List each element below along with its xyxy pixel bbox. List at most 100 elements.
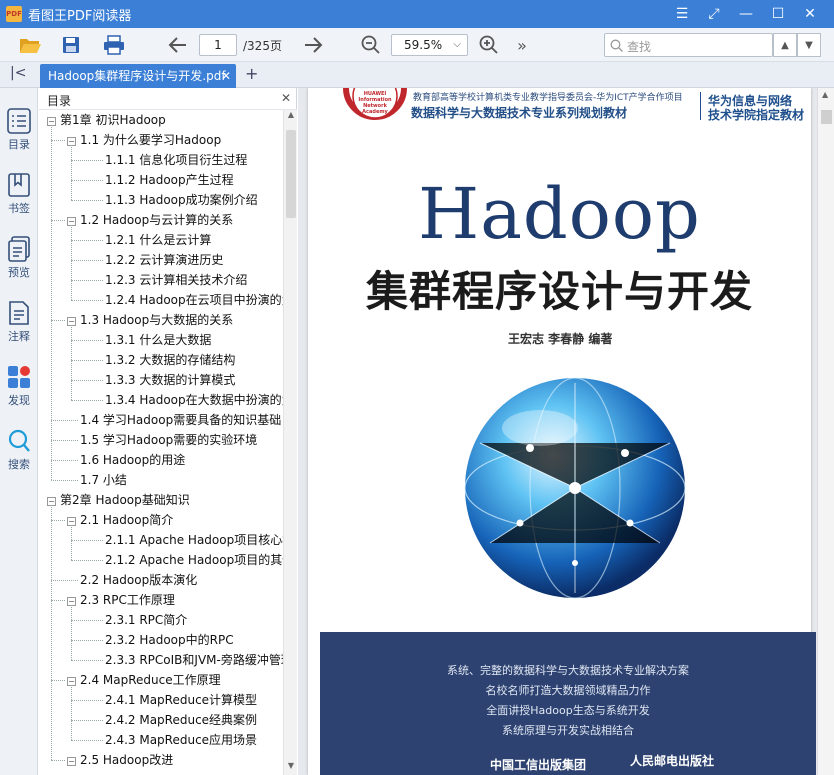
toc-item[interactable]: 2.1.1 Apache Hadoop项目核心框架 [105, 530, 283, 550]
toc-item-label: 1.3.3 大数据的计算模式 [105, 373, 236, 387]
page-total: /325页 [243, 39, 282, 53]
tree-connector [71, 325, 72, 400]
toc-item[interactable]: 1.6 Hadoop的用途 [80, 450, 185, 470]
next-page-button[interactable] [300, 32, 326, 58]
save-button[interactable] [57, 32, 85, 58]
close-window-button[interactable]: ✕ [794, 0, 826, 28]
toc-item-label: 1.1.3 Hadoop成功案例介绍 [105, 193, 258, 207]
tree-connector [71, 225, 72, 300]
more-tools-button[interactable]: » [512, 32, 532, 58]
toc-item-label: 1.2.2 云计算演进历史 [105, 253, 224, 267]
maximize-button[interactable]: ☐ [762, 0, 794, 28]
open-file-button[interactable] [16, 32, 44, 58]
toc-item[interactable]: 1.2.2 云计算演进历史 [105, 250, 223, 270]
tree-connector [51, 480, 78, 481]
toc-item[interactable]: 1.4 学习Hadoop需要具备的知识基础 [80, 410, 281, 430]
toc-item[interactable]: 2.2 Hadoop版本演化 [80, 570, 197, 590]
toc-item[interactable]: 1.1.1 信息化项目衍生过程 [105, 150, 247, 170]
toc-item[interactable]: −2.5 Hadoop改进 [67, 750, 173, 770]
toc-item[interactable]: 1.2.4 Hadoop在云项目中扮演的角色 [105, 290, 283, 310]
cover-authors: 王宏志 李春静 编著 [508, 332, 613, 346]
sidebar-item-label: 搜索 [8, 458, 30, 471]
title-bar: PDF 看图王PDF阅读器 ☰ ⤢ — ☐ ✕ [0, 0, 834, 28]
toc-scroll-thumb[interactable] [286, 130, 296, 218]
toc-item[interactable]: −1.3 Hadoop与大数据的关系 [67, 310, 233, 330]
search-input[interactable]: 查找 [604, 33, 773, 57]
publisher-a: 中国工信出版集团 [490, 758, 587, 772]
document-scrollbar[interactable]: ▲ [817, 88, 834, 775]
tree-connector [71, 200, 103, 201]
band-line-4: 系统原理与开发实战相结合 [502, 724, 634, 737]
sidebar-item-bookmarks[interactable]: 书签 [0, 168, 38, 224]
zoom-in-button[interactable] [476, 32, 502, 58]
toc-item[interactable]: 1.2.1 什么是云计算 [105, 230, 211, 250]
tree-connector [51, 140, 65, 141]
sidebar-item-search[interactable]: 搜索 [0, 424, 38, 480]
sidebar-item-toc[interactable]: 目录 [0, 104, 38, 160]
tree-connector [51, 505, 52, 760]
document-tab[interactable]: Hadoop集群程序设计与开发.pdf ✕ [40, 64, 236, 88]
band-line-1: 系统、完整的数据科学与大数据技术专业解决方案 [447, 664, 689, 677]
toc-item[interactable]: 2.3.1 RPC简介 [105, 610, 187, 630]
toc-item[interactable]: 1.3.1 什么是大数据 [105, 330, 211, 350]
sidebar-item-discover[interactable]: 发现 [0, 360, 38, 416]
toc-item[interactable]: −1.2 Hadoop与云计算的关系 [67, 210, 233, 230]
print-button[interactable] [100, 32, 128, 58]
tree-connector [71, 620, 103, 621]
new-tab-button[interactable]: + [245, 64, 258, 83]
toc-item-label: 2.3.3 RPCoIB和JVM-旁路缓冲管理方案 [105, 653, 283, 667]
toc-item[interactable]: 2.1.2 Apache Hadoop项目的其他子项目 [105, 550, 283, 570]
search-next-button[interactable]: ▼ [797, 33, 821, 57]
toc-item[interactable]: 1.3.4 Hadoop在大数据中扮演的角色 [105, 390, 283, 410]
tree-connector [71, 180, 103, 181]
toc-scrollbar[interactable]: ▲ ▼ [283, 110, 297, 775]
close-tab-icon[interactable]: ✕ [221, 64, 231, 88]
toc-item[interactable]: −2.1 Hadoop简介 [67, 510, 173, 530]
toc-item[interactable]: −1.1 为什么要学习Hadoop [67, 130, 221, 150]
zoom-out-button[interactable] [358, 32, 384, 58]
menu-button[interactable]: ☰ [666, 0, 698, 28]
toc-item[interactable]: 1.1.3 Hadoop成功案例介绍 [105, 190, 258, 210]
band-line-3: 全面讲授Hadoop生态与系统开发 [486, 704, 650, 717]
chevron-up-icon: ▲ [781, 39, 789, 51]
toc-item[interactable]: 1.2.3 云计算相关技术介绍 [105, 270, 247, 290]
scroll-down-icon[interactable]: ▼ [284, 761, 298, 775]
tree-connector [71, 740, 103, 741]
toc-item[interactable]: 2.4.3 MapReduce应用场景 [105, 730, 257, 750]
tree-connector [71, 685, 72, 740]
close-icon[interactable]: ✕ [281, 91, 291, 105]
scroll-up-icon[interactable]: ▲ [822, 90, 828, 99]
zoom-select[interactable]: 59.5% ⌵ [391, 34, 468, 56]
toc-item[interactable]: 1.7 小结 [80, 470, 127, 490]
collapse-toggle-icon[interactable]: − [67, 757, 76, 766]
page-number-input[interactable]: 1 [199, 34, 237, 56]
toc-item[interactable]: 1.3.2 大数据的存储结构 [105, 350, 235, 370]
collapse-panel-button[interactable]: |< [10, 65, 26, 81]
toolbar: 1 /325页 59.5% ⌵ » 查找 ▲ ▼ [0, 28, 834, 62]
toc-item[interactable]: 1.5 学习Hadoop需要的实验环境 [80, 430, 257, 450]
toc-item-label: 2.1.1 Apache Hadoop项目核心框架 [105, 533, 283, 547]
tree-connector [71, 280, 103, 281]
toc-item[interactable]: − 第1章 初识Hadoop [47, 110, 166, 130]
document-scroll-thumb[interactable] [821, 110, 832, 124]
document-view[interactable]: HUAWEI Information Network Academy 教育部高等… [298, 88, 834, 775]
toc-item[interactable]: −2.4 MapReduce工作原理 [67, 670, 221, 690]
scroll-up-icon[interactable]: ▲ [284, 110, 298, 124]
toc-item[interactable]: 2.3.3 RPCoIB和JVM-旁路缓冲管理方案 [105, 650, 283, 670]
minimize-button[interactable]: — [730, 0, 762, 28]
sidebar-item-annotations[interactable]: 注释 [0, 296, 38, 352]
toc-item[interactable]: −2.3 RPC工作原理 [67, 590, 175, 610]
sidebar-item-preview[interactable]: 预览 [0, 232, 38, 288]
arrow-right-icon [305, 37, 323, 53]
publisher-b: 人民邮电出版社 [630, 754, 715, 768]
fullscreen-button[interactable]: ⤢ [698, 0, 730, 28]
prev-page-button[interactable] [165, 32, 191, 58]
toc-item[interactable]: 1.1.2 Hadoop产生过程 [105, 170, 234, 190]
toc-item[interactable]: 2.4.1 MapReduce计算模型 [105, 690, 257, 710]
search-prev-button[interactable]: ▲ [773, 33, 797, 57]
toc-item[interactable]: 2.4.2 MapReduce经典案例 [105, 710, 257, 730]
toc-item[interactable]: − 第2章 Hadoop基础知识 [47, 490, 190, 510]
toc-item[interactable]: 2.3.2 Hadoop中的RPC [105, 630, 234, 650]
toc-item[interactable]: 1.3.3 大数据的计算模式 [105, 370, 235, 390]
preview-icon [8, 236, 30, 262]
